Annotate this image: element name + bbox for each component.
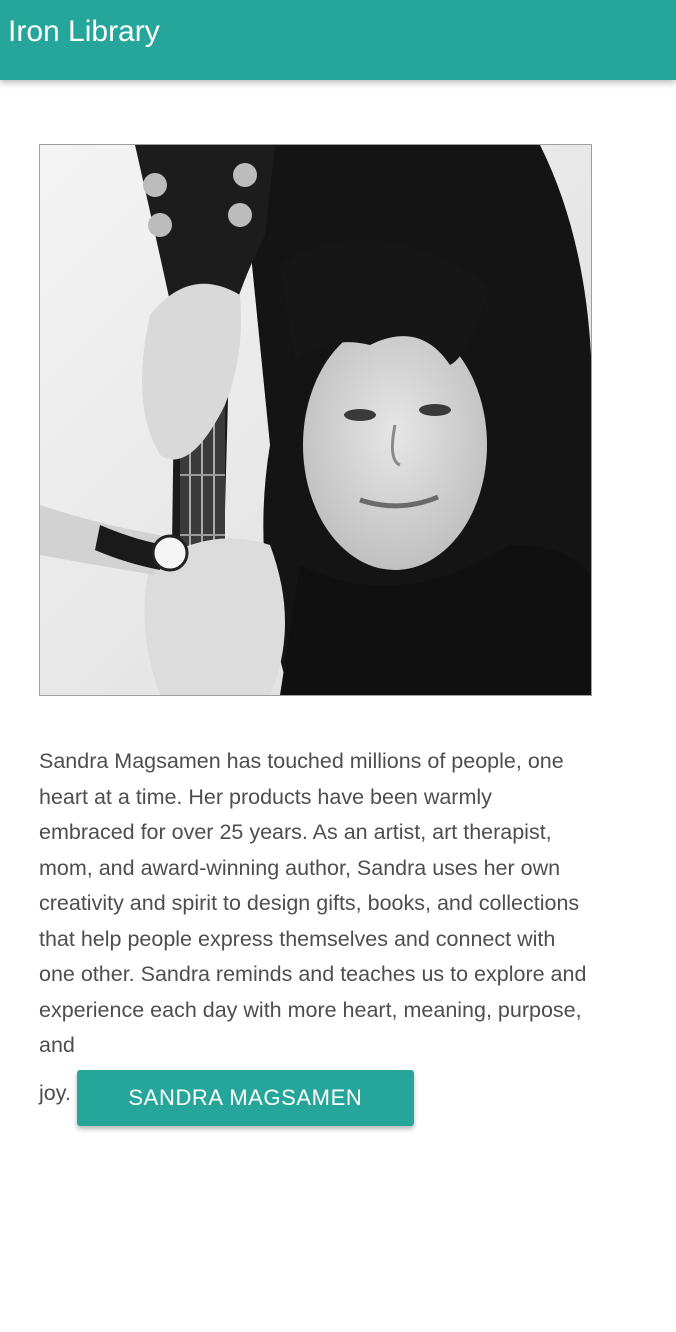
app-title[interactable]: Iron Library (8, 14, 160, 50)
app-bar: Iron Library (0, 0, 676, 80)
author-bio: Sandra Magsamen has touched millions of … (39, 749, 587, 1057)
author-content: Sandra Magsamen has touched millions of … (39, 144, 599, 1126)
bio-tail-row: joy. SANDRA MAGSAMEN (39, 1069, 599, 1126)
author-name-button[interactable]: SANDRA MAGSAMEN (76, 1069, 414, 1126)
author-bio-ending: joy. (39, 1080, 71, 1105)
author-photo-image (40, 145, 591, 695)
author-photo (39, 144, 592, 696)
